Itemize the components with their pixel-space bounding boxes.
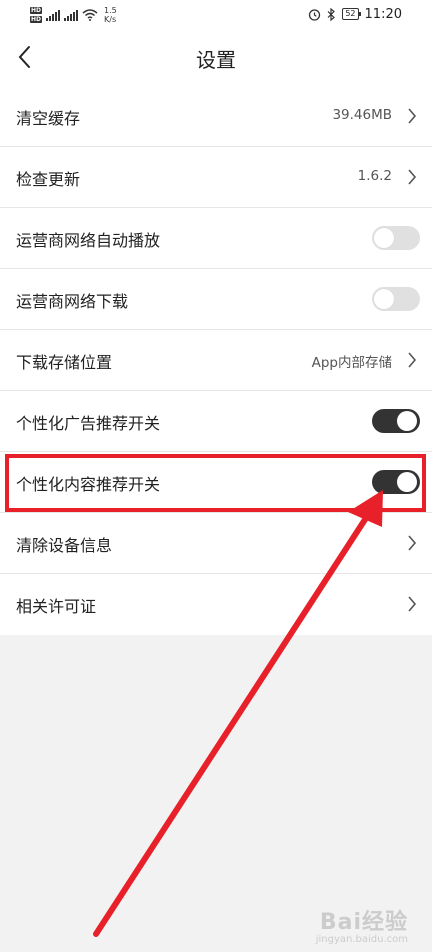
setting-label: 相关许可证 <box>16 597 97 616</box>
watermark-text: Bai经验 <box>319 910 408 935</box>
hd-icon: HD HD <box>30 7 43 23</box>
toggle-knob <box>397 411 417 431</box>
network-speed-unit: K/s <box>104 15 117 24</box>
setting-carrier-download: 运营商网络下载 <box>0 269 432 330</box>
toggle-knob <box>374 289 394 309</box>
signal-icon <box>46 9 61 21</box>
carrier-autoplay-toggle[interactable] <box>372 226 420 250</box>
status-left: HD HD 1.5 K/s <box>30 3 117 27</box>
toggle-knob <box>374 228 394 248</box>
setting-label: 运营商网络下载 <box>16 292 129 311</box>
setting-label: 检查更新 <box>16 170 81 189</box>
setting-label: 清除设备信息 <box>16 536 113 555</box>
setting-licenses[interactable]: 相关许可证 <box>0 574 432 635</box>
chevron-right-icon <box>408 535 417 551</box>
watermark-sub: jingyan.baidu.com <box>315 934 408 945</box>
setting-value: 39.46MB <box>332 107 392 123</box>
settings-list: 清空缓存 39.46MB 检查更新 1.6.2 运营商网络自动播放 运营商网络下… <box>0 86 432 635</box>
carrier-download-toggle[interactable] <box>372 287 420 311</box>
app-header: 设置 <box>0 30 432 86</box>
setting-value: 1.6.2 <box>357 168 392 184</box>
wifi-icon <box>82 9 98 21</box>
setting-carrier-autoplay: 运营商网络自动播放 <box>0 208 432 269</box>
setting-clear-device-info[interactable]: 清除设备信息 <box>0 513 432 574</box>
personalized-ads-toggle[interactable] <box>372 409 420 433</box>
signal-icon-2 <box>64 9 79 21</box>
bluetooth-icon <box>327 7 336 21</box>
setting-label: 清空缓存 <box>16 109 81 128</box>
network-speed-value: 1.5 <box>104 6 117 15</box>
chevron-right-icon <box>408 169 417 185</box>
alarm-icon <box>309 8 321 21</box>
setting-clear-cache[interactable]: 清空缓存 39.46MB <box>0 86 432 147</box>
setting-label: 下载存储位置 <box>16 353 113 372</box>
status-time: 11:20 <box>364 6 402 22</box>
battery-level: 52 <box>345 9 356 18</box>
chevron-right-icon <box>408 596 417 612</box>
page-title: 设置 <box>196 48 236 72</box>
setting-check-update[interactable]: 检查更新 1.6.2 <box>0 147 432 208</box>
setting-download-location[interactable]: 下载存储位置 App内部存储 <box>0 330 432 391</box>
battery-icon: 52 <box>342 8 361 20</box>
chevron-right-icon <box>408 108 417 124</box>
network-speed: 1.5 K/s <box>104 6 117 24</box>
chevron-right-icon <box>408 352 417 368</box>
setting-value: App内部存储 <box>311 355 392 371</box>
setting-label: 个性化广告推荐开关 <box>16 414 161 433</box>
setting-personalized-ads: 个性化广告推荐开关 <box>0 391 432 452</box>
watermark: Bai经验 jingyan.baidu.com <box>316 904 408 945</box>
status-right: 52 11:20 <box>308 5 402 23</box>
highlight-box <box>5 454 426 512</box>
setting-label: 运营商网络自动播放 <box>16 231 161 250</box>
status-bar: HD HD 1.5 K/s 52 11:20 <box>0 0 432 30</box>
